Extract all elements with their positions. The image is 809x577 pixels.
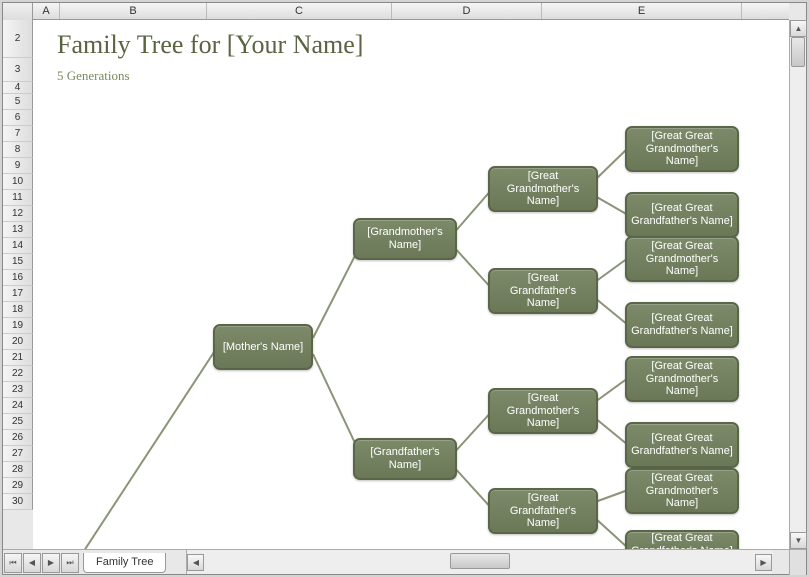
sheet-nav: ⏮ ◀ ▶ ⏭ Family Tree	[3, 550, 166, 575]
node-gg-grandmother-4[interactable]: [Great Great Grandmother's Name]	[625, 468, 739, 514]
row-header-4[interactable]: 4	[3, 82, 33, 94]
vertical-scroll-thumb[interactable]	[791, 37, 805, 67]
row-header-17[interactable]: 17	[3, 286, 33, 302]
sheet-nav-last[interactable]: ⏭	[61, 553, 79, 573]
sheet-nav-first[interactable]: ⏮	[4, 553, 22, 573]
row-header-23[interactable]: 23	[3, 382, 33, 398]
row-header-26[interactable]: 26	[3, 430, 33, 446]
sheet-nav-next[interactable]: ▶	[42, 553, 60, 573]
node-gg-grandfather-4[interactable]: [Great Great Grandfather's Name]	[625, 530, 739, 549]
row-header-9[interactable]: 9	[3, 158, 33, 174]
sheet-nav-prev[interactable]: ◀	[23, 553, 41, 573]
workbook-window: A B C D E 234567891011121314151617181920…	[2, 2, 807, 575]
page-subtitle: 5 Generations	[57, 68, 130, 84]
row-header-30[interactable]: 30	[3, 494, 33, 510]
node-gg-grandfather-2[interactable]: [Great Great Grandfather's Name]	[625, 302, 739, 348]
bottom-bar: ⏮ ◀ ▶ ⏭ Family Tree ◀ ▶	[3, 549, 806, 574]
col-header-E[interactable]: E	[542, 3, 742, 19]
scroll-right-button[interactable]: ▶	[755, 554, 772, 571]
node-great-grandfather-1[interactable]: [Great Grandfather's Name]	[488, 268, 598, 314]
row-header-5[interactable]: 5	[3, 94, 33, 110]
col-header-A[interactable]: A	[33, 3, 60, 19]
row-header-18[interactable]: 18	[3, 302, 33, 318]
select-all-corner[interactable]	[3, 3, 33, 20]
node-great-grandfather-2[interactable]: [Great Grandfather's Name]	[488, 488, 598, 534]
scroll-down-button[interactable]: ▼	[790, 532, 807, 549]
horizontal-scroll-thumb[interactable]	[450, 553, 510, 569]
page-title: Family Tree for [Your Name]	[57, 30, 363, 60]
row-header-2[interactable]: 2	[3, 20, 33, 58]
row-header-7[interactable]: 7	[3, 126, 33, 142]
row-header-25[interactable]: 25	[3, 414, 33, 430]
row-header-29[interactable]: 29	[3, 478, 33, 494]
scroll-left-button[interactable]: ◀	[187, 554, 204, 571]
node-great-grandmother-1[interactable]: [Great Grandmother's Name]	[488, 166, 598, 212]
scroll-corner	[789, 550, 806, 575]
row-header-20[interactable]: 20	[3, 334, 33, 350]
sheet-tab-family-tree[interactable]: Family Tree	[83, 553, 166, 573]
col-header-D[interactable]: D	[392, 3, 542, 19]
row-header-22[interactable]: 22	[3, 366, 33, 382]
row-header-13[interactable]: 13	[3, 222, 33, 238]
vertical-scrollbar[interactable]: ▲ ▼	[789, 20, 806, 549]
row-header-14[interactable]: 14	[3, 238, 33, 254]
col-header-C[interactable]: C	[207, 3, 392, 19]
row-header-6[interactable]: 6	[3, 110, 33, 126]
row-header-11[interactable]: 11	[3, 190, 33, 206]
node-gg-grandmother-3[interactable]: [Great Great Grandmother's Name]	[625, 356, 739, 402]
node-great-grandmother-2[interactable]: [Great Grandmother's Name]	[488, 388, 598, 434]
row-header-24[interactable]: 24	[3, 398, 33, 414]
col-header-B[interactable]: B	[60, 3, 207, 19]
row-headers: 2345678910111213141516171819202122232425…	[3, 20, 33, 549]
row-header-27[interactable]: 27	[3, 446, 33, 462]
row-header-21[interactable]: 21	[3, 350, 33, 366]
scroll-up-button[interactable]: ▲	[790, 20, 807, 37]
row-header-15[interactable]: 15	[3, 254, 33, 270]
node-mother[interactable]: [Mother's Name]	[213, 324, 313, 370]
row-header-3[interactable]: 3	[3, 58, 33, 82]
node-grandmother[interactable]: [Grandmother's Name]	[353, 218, 457, 260]
worksheet-area[interactable]: Family Tree for [Your Name] 5 Generation…	[33, 20, 789, 549]
row-header-28[interactable]: 28	[3, 462, 33, 478]
node-grandfather[interactable]: [Grandfather's Name]	[353, 438, 457, 480]
node-gg-grandmother-1[interactable]: [Great Great Grandmother's Name]	[625, 126, 739, 172]
row-header-10[interactable]: 10	[3, 174, 33, 190]
horizontal-scrollbar[interactable]: ◀ ▶	[186, 550, 772, 574]
row-header-8[interactable]: 8	[3, 142, 33, 158]
node-gg-grandmother-2[interactable]: [Great Great Grandmother's Name]	[625, 236, 739, 282]
row-header-19[interactable]: 19	[3, 318, 33, 334]
row-header-12[interactable]: 12	[3, 206, 33, 222]
node-gg-grandfather-1[interactable]: [Great Great Grandfather's Name]	[625, 192, 739, 238]
node-gg-grandfather-3[interactable]: [Great Great Grandfather's Name]	[625, 422, 739, 468]
column-headers: A B C D E	[3, 3, 789, 20]
row-header-16[interactable]: 16	[3, 270, 33, 286]
